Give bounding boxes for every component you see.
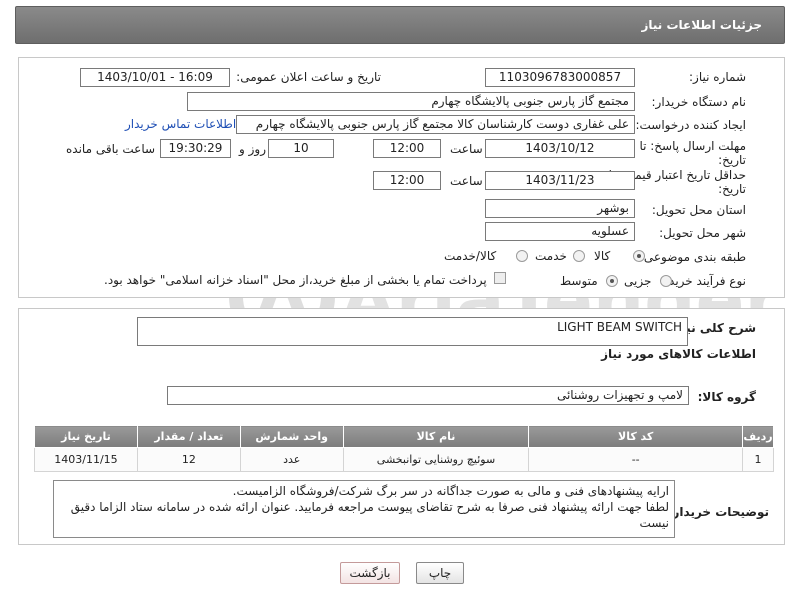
creator-field: علی غفاری دوست کارشناسان کالا مجتمع گاز …	[236, 115, 635, 134]
treasury-payment-note: پرداخت تمام یا بخشی از مبلغ خرید،از محل …	[104, 273, 487, 287]
page-title: جزئیات اطلاعات نیاز	[641, 18, 762, 32]
city-label: شهر محل تحویل:	[659, 226, 746, 240]
category-option-service: خدمت	[535, 249, 567, 263]
buyer-notes-field: ارایه پیشنهادهای فنی و مالی به صورت جداگ…	[53, 480, 675, 538]
col-header-item-code: کد کالا	[528, 425, 743, 448]
days-field: 10	[268, 139, 334, 158]
purchase-option-medium: متوسط	[560, 274, 598, 288]
remaining-time-field: 19:30:29	[160, 139, 231, 158]
purchase-option-minor: جزیی	[624, 274, 652, 288]
goods-table: تاریخ نیاز تعداد / مقدار واحد شمارش نام …	[34, 425, 775, 472]
buyer-contact-link[interactable]: اطلاعات تماس خریدار	[125, 117, 236, 131]
col-header-item-name: نام کالا	[342, 425, 530, 448]
back-button[interactable]: بازگشت	[340, 562, 400, 584]
col-header-quantity: تعداد / مقدار	[136, 425, 241, 448]
page-header: جزئیات اطلاعات نیاز	[15, 6, 785, 44]
cell-item-code: --	[528, 447, 743, 472]
buyer-notes-line-1: ارایه پیشنهادهای فنی و مالی به صورت جداگ…	[232, 484, 669, 498]
validity-time-label: ساعت	[450, 174, 483, 188]
buyer-notes-line-2: لطفا جهت ارائه پیشنهاد فنی صرفا به شرح ت…	[70, 500, 669, 530]
days-label: روز و	[239, 142, 266, 156]
reply-date-field: 1403/10/12	[485, 139, 635, 158]
col-header-need-date: تاریخ نیاز	[34, 425, 138, 448]
buyer-notes-label: توضیحات خریدار:	[667, 505, 769, 519]
buyer-org-label: نام دستگاه خریدار:	[651, 95, 747, 109]
need-number-field: 1103096783000857	[485, 68, 635, 87]
creator-label: ایجاد کننده درخواست:	[635, 118, 746, 132]
category-label: طبقه بندی موضوعی:	[639, 250, 746, 264]
table-row: 1403/11/15 12 عدد سوئیچ روشنایی توانبخشی…	[34, 447, 775, 472]
reply-deadline-label: مهلت ارسال پاسخ: تا تاریخ:	[639, 139, 746, 167]
purchase-radio-medium[interactable]	[606, 275, 618, 287]
cell-need-date: 1403/11/15	[34, 447, 138, 472]
table-header-row: تاریخ نیاز تعداد / مقدار واحد شمارش نام …	[34, 425, 775, 448]
reply-time-label: ساعت	[450, 142, 483, 156]
cell-quantity: 12	[136, 447, 241, 472]
validity-time-field: 12:00	[373, 171, 441, 190]
cell-unit: عدد	[239, 447, 344, 472]
print-button[interactable]: چاپ	[416, 562, 464, 584]
goods-info-title: اطلاعات کالاهای مورد نیاز	[601, 347, 756, 361]
description-field: LIGHT BEAM SWITCH	[137, 317, 688, 346]
category-radio-service[interactable]	[573, 250, 585, 262]
goods-group-field: لامپ و تجهیزات روشنائی	[167, 386, 689, 405]
purchase-type-label: نوع فرآیند خرید :	[661, 274, 746, 288]
goods-group-label: گروه کالا:	[697, 390, 756, 404]
announce-label: تاریخ و ساعت اعلان عمومی:	[236, 70, 381, 84]
col-header-unit: واحد شمارش	[239, 425, 344, 448]
province-label: استان محل تحویل:	[651, 203, 746, 217]
category-option-goods: کالا	[594, 249, 611, 263]
announce-datetime-field: 1403/10/01 - 16:09	[80, 68, 230, 87]
purchase-radio-minor[interactable]	[660, 275, 672, 287]
col-header-row: ردیف	[741, 425, 775, 448]
buyer-org-field: مجتمع گاز پارس جنوبی پالایشگاه چهارم	[187, 92, 635, 111]
cell-item-name: سوئیچ روشنایی توانبخشی	[342, 447, 530, 472]
need-number-label: شماره نیاز:	[689, 70, 746, 84]
reply-time-field: 12:00	[373, 139, 441, 158]
category-option-goods-service: کالا/خدمت	[444, 249, 497, 263]
category-radio-goods[interactable]	[633, 250, 645, 262]
city-field: عسلویه	[485, 222, 635, 241]
category-radio-goods-service[interactable]	[516, 250, 528, 262]
province-field: بوشهر	[485, 199, 635, 218]
remaining-label: ساعت باقی مانده	[66, 142, 156, 156]
validity-date-field: 1403/11/23	[485, 171, 635, 190]
treasury-payment-checkbox[interactable]	[494, 272, 506, 284]
cell-row-number: 1	[741, 447, 775, 472]
